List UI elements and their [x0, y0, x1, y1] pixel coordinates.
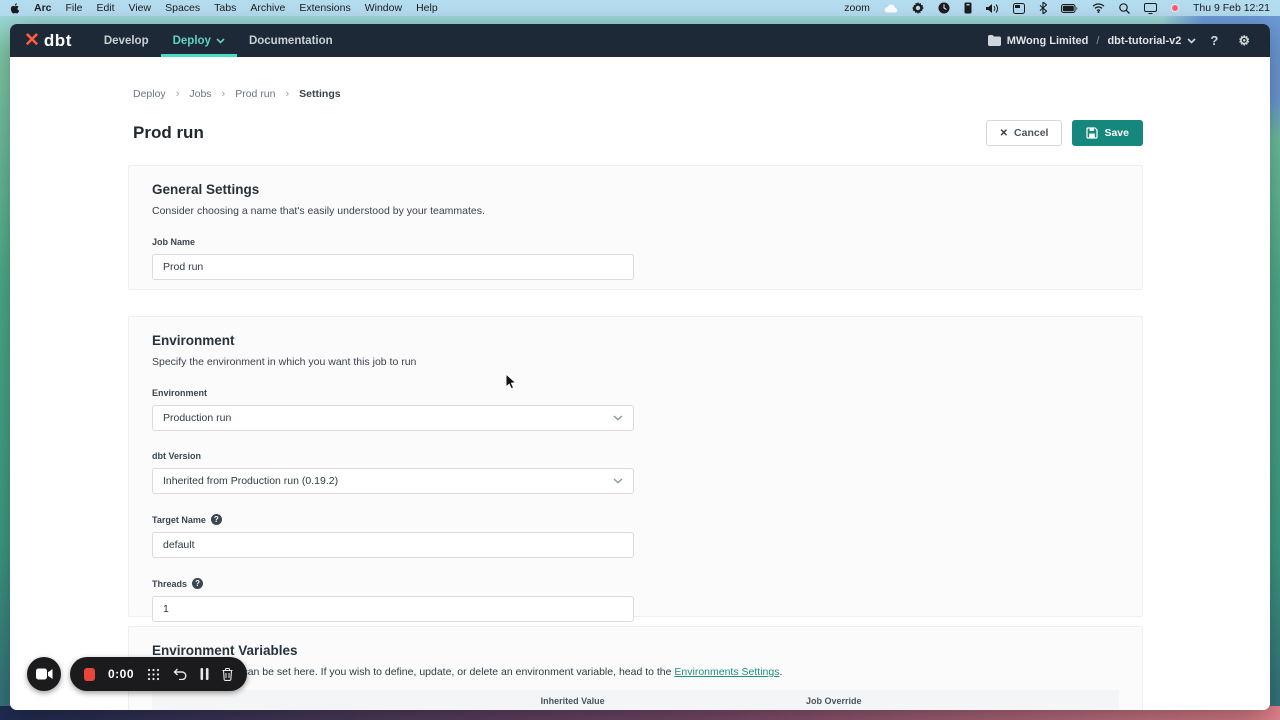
- folder-icon: [988, 35, 1001, 46]
- menubar-extensions[interactable]: Extensions: [299, 2, 350, 14]
- environment-select-label: Environment: [152, 388, 1119, 398]
- threads-help-icon[interactable]: ?: [192, 578, 203, 589]
- menubar-clock[interactable]: Thu 9 Feb 12:21: [1193, 2, 1270, 14]
- cloud-icon[interactable]: [884, 4, 898, 13]
- page-title: Prod run: [133, 123, 204, 143]
- breadcrumb-separator: ›: [222, 88, 226, 100]
- dbt-logo-text: dbt: [44, 31, 72, 51]
- menubar-archive[interactable]: Archive: [250, 2, 285, 14]
- camera-toggle-button[interactable]: [27, 657, 61, 691]
- environment-card: Environment Specify the environment in w…: [128, 316, 1143, 617]
- environments-settings-link[interactable]: Environments Settings: [674, 666, 779, 678]
- nav-item-documentation[interactable]: Documentation: [237, 24, 345, 57]
- spotlight-search-icon[interactable]: [1119, 3, 1130, 14]
- target-name-label: Target Name: [152, 515, 206, 525]
- menubar-file[interactable]: File: [66, 2, 83, 14]
- breadcrumb-settings: Settings: [299, 88, 340, 100]
- breadcrumb-separator: ›: [286, 88, 290, 100]
- environment-variables-description: Job level overrides can be set here. If …: [152, 666, 1119, 678]
- recording-timer: 0:00: [108, 667, 134, 681]
- target-name-help-icon[interactable]: ?: [211, 514, 222, 525]
- chevron-down-icon: [613, 415, 623, 421]
- environment-subtitle: Specify the environment in which you wan…: [152, 356, 1119, 368]
- breadcrumb-prod-run[interactable]: Prod run: [235, 88, 275, 100]
- account-name: MWong Limited: [1007, 35, 1089, 47]
- zoom-menu-item[interactable]: zoom: [844, 2, 870, 14]
- environment-title: Environment: [152, 333, 1119, 348]
- general-settings-card: General Settings Consider choosing a nam…: [128, 165, 1143, 290]
- dbt-version-select[interactable]: Inherited from Production run (0.19.2): [152, 468, 634, 494]
- drag-handle-icon[interactable]: [147, 668, 160, 681]
- dbt-top-nav: ✕ dbt Develop Deploy Documentation MWon: [10, 24, 1270, 57]
- menubar-help[interactable]: Help: [416, 2, 438, 14]
- desktop: Arc File Edit View Spaces Tabs Archive E…: [0, 0, 1280, 720]
- macos-menubar: Arc File Edit View Spaces Tabs Archive E…: [0, 0, 1280, 16]
- general-settings-subtitle: Consider choosing a name that's easily u…: [152, 205, 1119, 217]
- browser-window: ✕ dbt Develop Deploy Documentation MWon: [10, 24, 1270, 710]
- env-vars-table-header: Inherited Value Job Override: [152, 690, 1119, 710]
- battery-icon[interactable]: [1061, 4, 1078, 13]
- project-name: dbt-tutorial-v2: [1107, 35, 1181, 47]
- column-job-override: Job Override: [703, 696, 964, 706]
- main-content: Deploy › Jobs › Prod run › Settings Prod…: [10, 57, 1270, 710]
- target-name-input[interactable]: [152, 532, 634, 558]
- apple-menu-icon[interactable]: [10, 3, 20, 14]
- nav-items: Develop Deploy Documentation: [92, 24, 345, 57]
- threads-label: Threads: [152, 579, 187, 589]
- clock-icon[interactable]: [938, 2, 950, 14]
- dbt-logo-icon: ✕: [24, 31, 40, 50]
- app-status-icon[interactable]: [964, 2, 972, 14]
- environment-variables-card: Environment Variables Job level override…: [128, 626, 1143, 710]
- save-button[interactable]: Save: [1072, 120, 1143, 146]
- menubar-view[interactable]: View: [129, 2, 152, 14]
- dbt-version-label: dbt Version: [152, 451, 1119, 461]
- chevron-down-icon: [613, 478, 623, 484]
- settings-gear-icon[interactable]: [912, 2, 924, 14]
- general-settings-title: General Settings: [152, 182, 1119, 197]
- chevron-down-icon: [1187, 38, 1196, 44]
- volume-icon[interactable]: [986, 3, 999, 14]
- dbt-logo[interactable]: ✕ dbt: [24, 31, 72, 51]
- close-icon: ✕: [1000, 128, 1008, 139]
- account-project-switcher[interactable]: MWong Limited / dbt-tutorial-v2: [988, 35, 1197, 47]
- menubar-edit[interactable]: Edit: [96, 2, 114, 14]
- breadcrumb: Deploy › Jobs › Prod run › Settings: [133, 88, 1143, 100]
- save-disk-icon: [1086, 127, 1098, 139]
- help-icon[interactable]: ?: [1204, 33, 1224, 48]
- menubar-app-name[interactable]: Arc: [34, 2, 52, 14]
- breadcrumb-jobs[interactable]: Jobs: [189, 88, 211, 100]
- gear-icon[interactable]: ⚙: [1232, 33, 1256, 49]
- job-name-input[interactable]: [152, 254, 634, 280]
- video-camera-icon: [36, 668, 53, 680]
- stop-recording-button[interactable]: [84, 668, 95, 681]
- account-separator: /: [1094, 35, 1101, 47]
- restart-recording-icon[interactable]: [173, 668, 187, 680]
- wifi-icon[interactable]: [1092, 3, 1105, 13]
- cancel-button[interactable]: ✕ Cancel: [986, 120, 1063, 146]
- breadcrumb-deploy[interactable]: Deploy: [133, 88, 166, 100]
- column-inherited-value: Inherited Value: [442, 696, 703, 706]
- window-switcher-icon[interactable]: [1013, 3, 1025, 14]
- recording-indicator-icon[interactable]: [1171, 4, 1179, 12]
- pause-recording-icon[interactable]: [200, 668, 209, 680]
- environment-select[interactable]: Production run: [152, 405, 634, 431]
- menubar-tabs[interactable]: Tabs: [214, 2, 236, 14]
- job-name-label: Job Name: [152, 237, 1119, 247]
- threads-input[interactable]: [152, 596, 634, 622]
- display-icon[interactable]: [1144, 3, 1157, 14]
- recording-toolbar: 0:00: [70, 657, 247, 691]
- chevron-down-icon: [216, 38, 225, 44]
- delete-recording-icon[interactable]: [222, 668, 233, 681]
- menubar-window[interactable]: Window: [365, 2, 402, 14]
- nav-item-deploy[interactable]: Deploy: [161, 24, 237, 57]
- breadcrumb-separator: ›: [176, 88, 180, 100]
- nav-item-develop[interactable]: Develop: [92, 24, 161, 57]
- environment-variables-title: Environment Variables: [152, 643, 1119, 658]
- bluetooth-icon[interactable]: [1039, 2, 1047, 14]
- menubar-spaces[interactable]: Spaces: [165, 2, 200, 14]
